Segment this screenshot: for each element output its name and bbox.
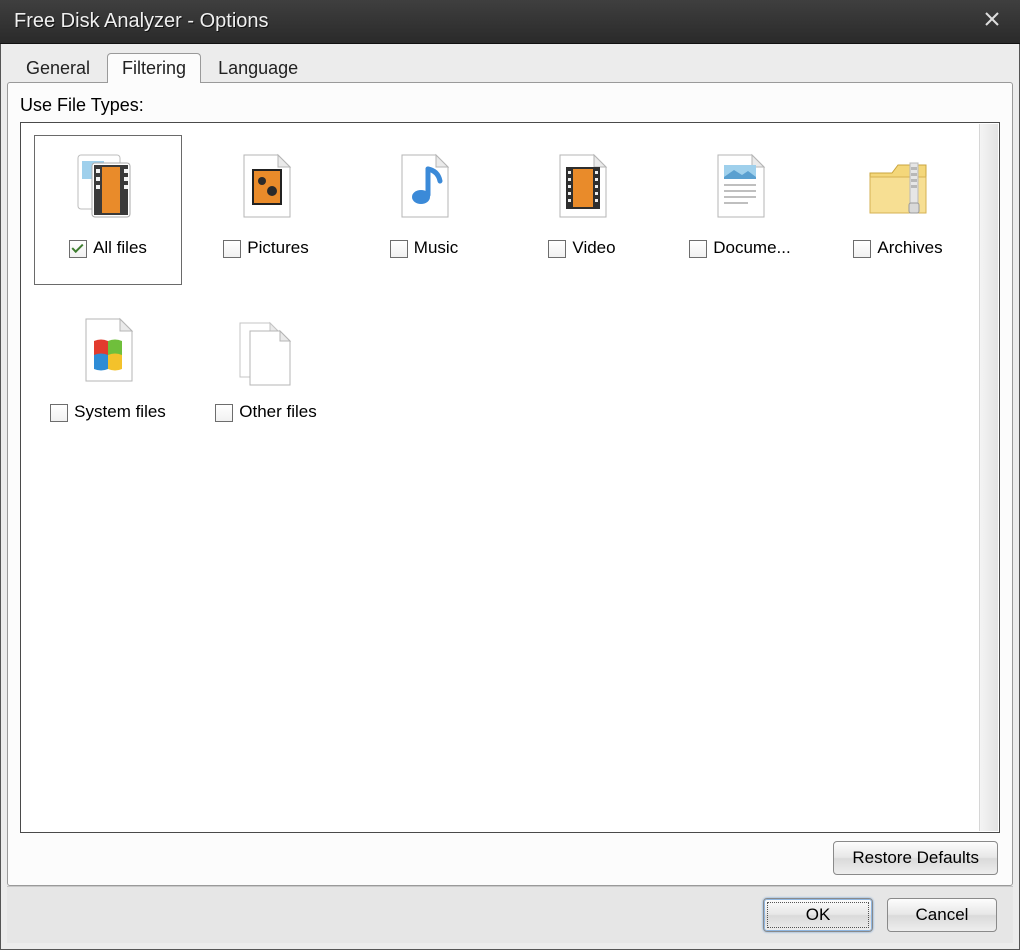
- other-icon: [221, 306, 311, 396]
- filetype-item-system[interactable]: System files: [34, 299, 182, 449]
- all-files-icon: [63, 142, 153, 232]
- section-title: Use File Types:: [20, 95, 1000, 116]
- filetype-label: Video: [572, 238, 615, 258]
- system-icon: [63, 306, 153, 396]
- checkbox-all-files[interactable]: [69, 240, 87, 258]
- ok-button[interactable]: OK: [763, 898, 873, 932]
- close-button[interactable]: [978, 8, 1006, 36]
- filetype-caption-row: Archives: [829, 238, 967, 258]
- filetype-caption-row: Other files: [197, 402, 335, 422]
- tab-content-filtering: Use File Types:: [7, 82, 1013, 886]
- options-window: Free Disk Analyzer - Options General Fil…: [0, 0, 1020, 950]
- music-icon: [379, 142, 469, 232]
- checkbox-video[interactable]: [548, 240, 566, 258]
- video-icon: [537, 142, 627, 232]
- filetype-item-video[interactable]: Video: [508, 135, 656, 285]
- pictures-icon: [221, 142, 311, 232]
- filetype-caption-row: Pictures: [197, 238, 335, 258]
- filetype-label: Archives: [877, 238, 942, 258]
- tab-general[interactable]: General: [11, 53, 105, 83]
- cancel-button[interactable]: Cancel: [887, 898, 997, 932]
- checkbox-archives[interactable]: [853, 240, 871, 258]
- restore-defaults-row: Restore Defaults: [20, 833, 1000, 875]
- filetype-label: Pictures: [247, 238, 308, 258]
- file-types-grid: All files: [29, 131, 991, 459]
- documents-icon: [695, 142, 785, 232]
- filetype-item-music[interactable]: Music: [350, 135, 498, 285]
- filetype-item-documents[interactable]: Docume...: [666, 135, 814, 285]
- vertical-scrollbar[interactable]: [979, 124, 998, 831]
- filetype-label: Music: [414, 238, 458, 258]
- close-icon: [984, 10, 1000, 33]
- tab-row: General Filtering Language: [7, 50, 1013, 82]
- filetype-label: All files: [93, 238, 147, 258]
- checkbox-documents[interactable]: [689, 240, 707, 258]
- window-title: Free Disk Analyzer - Options: [14, 10, 978, 33]
- filetype-caption-row: Docume...: [671, 238, 809, 258]
- filetype-item-pictures[interactable]: Pictures: [192, 135, 340, 285]
- filetype-label: System files: [74, 402, 166, 422]
- tab-language[interactable]: Language: [203, 53, 313, 83]
- filetype-label: Docume...: [713, 238, 790, 258]
- filetype-caption-row: Video: [513, 238, 651, 258]
- filetype-caption-row: All files: [39, 238, 177, 258]
- filetype-item-archives[interactable]: Archives: [824, 135, 972, 285]
- filetype-label: Other files: [239, 402, 316, 422]
- tab-filtering[interactable]: Filtering: [107, 53, 201, 83]
- dialog-body: General Filtering Language Use File Type…: [0, 44, 1020, 950]
- filetype-item-all-files[interactable]: All files: [34, 135, 182, 285]
- filetype-item-other[interactable]: Other files: [192, 299, 340, 449]
- archives-icon: [853, 142, 943, 232]
- file-types-list: All files: [20, 122, 1000, 833]
- filetype-caption-row: Music: [355, 238, 493, 258]
- checkbox-music[interactable]: [390, 240, 408, 258]
- restore-defaults-button[interactable]: Restore Defaults: [833, 841, 998, 875]
- tabs-container: General Filtering Language Use File Type…: [7, 50, 1013, 886]
- checkbox-other[interactable]: [215, 404, 233, 422]
- dialog-footer: OK Cancel: [7, 886, 1013, 943]
- filetype-caption-row: System files: [39, 402, 177, 422]
- checkbox-system[interactable]: [50, 404, 68, 422]
- checkbox-pictures[interactable]: [223, 240, 241, 258]
- title-bar: Free Disk Analyzer - Options: [0, 0, 1020, 44]
